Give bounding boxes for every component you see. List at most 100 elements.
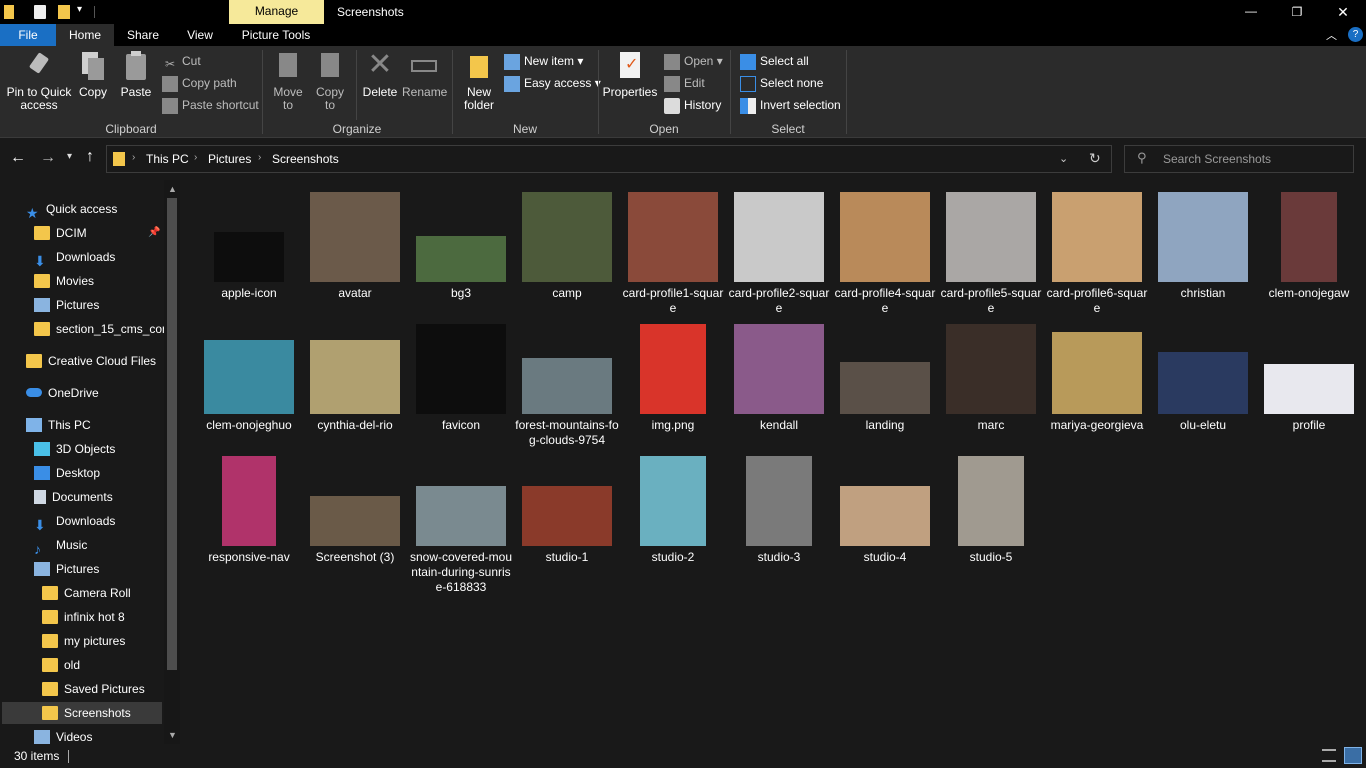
file-tile[interactable]: bg3 bbox=[408, 190, 514, 322]
select-all-button[interactable]: Select all bbox=[740, 51, 809, 71]
file-tile[interactable]: studio-1 bbox=[514, 454, 620, 586]
nav-3d-objects[interactable]: 3D Objects bbox=[34, 438, 115, 460]
file-tile[interactable]: studio-2 bbox=[620, 454, 726, 586]
file-tile[interactable]: cynthia-del-rio bbox=[302, 322, 408, 454]
nav-desktop[interactable]: Desktop bbox=[34, 462, 100, 484]
rename-button[interactable]: Rename bbox=[402, 50, 447, 99]
file-tile[interactable]: studio-5 bbox=[938, 454, 1044, 586]
copy-path-button[interactable]: Copy path bbox=[162, 73, 237, 93]
paste-shortcut-button[interactable]: Paste shortcut bbox=[162, 95, 259, 115]
nav-movies[interactable]: Movies bbox=[34, 270, 94, 292]
copy-to-button[interactable]: Copy to bbox=[310, 50, 350, 112]
search-box[interactable]: ⚲ Search Screenshots bbox=[1124, 145, 1354, 173]
large-icons-view-icon[interactable] bbox=[1344, 747, 1362, 764]
history-button[interactable]: History bbox=[664, 95, 721, 115]
file-tile[interactable]: card-profile2-square bbox=[726, 190, 832, 322]
file-tile[interactable]: card-profile5-square bbox=[938, 190, 1044, 322]
nav-onedrive[interactable]: OneDrive bbox=[26, 382, 99, 404]
breadcrumb-this-pc[interactable]: This PC bbox=[146, 152, 189, 166]
file-tile[interactable]: clem-onojegaw bbox=[1256, 190, 1362, 322]
help-icon[interactable]: ? bbox=[1348, 27, 1363, 42]
maximize-button[interactable]: ❐ bbox=[1274, 0, 1320, 24]
edit-button[interactable]: Edit bbox=[664, 73, 705, 93]
back-arrow-icon[interactable]: ← bbox=[10, 149, 26, 167]
scroll-thumb[interactable] bbox=[167, 198, 177, 670]
nav-downloads-pc[interactable]: ⬇ Downloads bbox=[34, 510, 115, 533]
nav-this-pc[interactable]: This PC bbox=[26, 414, 91, 436]
up-arrow-icon[interactable]: ↑ bbox=[86, 148, 94, 166]
minimize-button[interactable]: — bbox=[1228, 0, 1274, 24]
nav-pictures-qa[interactable]: Pictures bbox=[34, 294, 99, 316]
file-tile[interactable]: img.png bbox=[620, 322, 726, 454]
file-tile[interactable]: snow-covered-mountain-during-sunrise-618… bbox=[408, 454, 514, 594]
file-tile[interactable]: card-profile4-square bbox=[832, 190, 938, 322]
file-tile[interactable]: olu-eletu bbox=[1150, 322, 1256, 454]
file-tile[interactable]: christian bbox=[1150, 190, 1256, 322]
file-tile[interactable]: kendall bbox=[726, 322, 832, 454]
select-none-button[interactable]: Select none bbox=[740, 73, 823, 93]
file-tile[interactable]: profile bbox=[1256, 322, 1362, 454]
nav-downloads[interactable]: ⬇ Downloads bbox=[34, 246, 115, 269]
customize-quick-access-icon[interactable]: ▾ bbox=[77, 4, 82, 15]
details-view-icon[interactable] bbox=[1322, 749, 1336, 762]
nav-dcim[interactable]: DCIM bbox=[34, 222, 87, 244]
nav-camera-roll[interactable]: Camera Roll bbox=[42, 582, 131, 604]
file-tile[interactable]: studio-4 bbox=[832, 454, 938, 586]
pin-to-quick-access-button[interactable]: Pin to Quick access bbox=[4, 50, 74, 112]
nav-my-pictures[interactable]: my pictures bbox=[42, 630, 125, 652]
address-dropdown-icon[interactable]: ⌄ bbox=[1059, 152, 1068, 165]
breadcrumb-screenshots[interactable]: Screenshots bbox=[272, 152, 339, 166]
close-button[interactable]: ✕ bbox=[1320, 0, 1366, 24]
invert-selection-button[interactable]: Invert selection bbox=[740, 95, 841, 115]
breadcrumb-pictures[interactable]: Pictures bbox=[208, 152, 251, 166]
easy-access-button[interactable]: Easy access ▾ bbox=[504, 73, 601, 93]
nav-quick-access[interactable]: ★ Quick access bbox=[26, 198, 117, 221]
new-item-button[interactable]: New item ▾ bbox=[504, 51, 583, 71]
file-tile[interactable]: card-profile6-square bbox=[1044, 190, 1150, 322]
nav-creative-cloud[interactable]: Creative Cloud Files bbox=[26, 350, 156, 372]
scroll-up-icon[interactable]: ▲ bbox=[168, 184, 177, 194]
copy-button[interactable]: Copy bbox=[74, 50, 112, 99]
new-folder-quick-icon[interactable] bbox=[58, 5, 70, 19]
scroll-down-icon[interactable]: ▼ bbox=[168, 730, 177, 740]
file-tile[interactable]: landing bbox=[832, 322, 938, 454]
nav-documents[interactable]: Documents bbox=[34, 486, 113, 508]
manage-context-tab[interactable]: Manage bbox=[229, 0, 324, 24]
search-input[interactable]: Search Screenshots bbox=[1163, 152, 1271, 166]
new-folder-button[interactable]: New folder bbox=[458, 50, 500, 112]
tab-share[interactable]: Share bbox=[114, 24, 172, 46]
properties-quick-icon[interactable] bbox=[34, 5, 46, 19]
nav-section-folder[interactable]: section_15_cms_com bbox=[34, 318, 172, 340]
file-tile[interactable]: studio-3 bbox=[726, 454, 832, 586]
file-tile[interactable]: Screenshot (3) bbox=[302, 454, 408, 586]
tab-picture-tools[interactable]: Picture Tools bbox=[230, 24, 322, 46]
refresh-icon[interactable]: ↻ bbox=[1089, 150, 1101, 167]
tab-home[interactable]: Home bbox=[56, 24, 114, 46]
nav-pictures[interactable]: Pictures bbox=[34, 558, 99, 580]
paste-button[interactable]: Paste bbox=[116, 50, 156, 99]
file-tile[interactable]: marc bbox=[938, 322, 1044, 454]
nav-infinix-hot-8[interactable]: infinix hot 8 bbox=[42, 606, 125, 628]
file-tile[interactable]: avatar bbox=[302, 190, 408, 322]
open-button[interactable]: Open ▾ bbox=[664, 51, 723, 71]
nav-music[interactable]: ♪ Music bbox=[34, 534, 87, 557]
nav-videos[interactable]: Videos bbox=[34, 726, 92, 744]
file-tile[interactable]: apple-icon bbox=[196, 190, 302, 322]
file-tile[interactable]: mariya-georgieva bbox=[1044, 322, 1150, 454]
recent-locations-icon[interactable]: ▾ bbox=[67, 151, 72, 162]
file-tile[interactable]: clem-onojeghuo bbox=[196, 322, 302, 454]
file-tile[interactable]: forest-mountains-fog-clouds-9754 bbox=[514, 322, 620, 454]
delete-button[interactable]: ✕ Delete bbox=[360, 50, 400, 99]
properties-button[interactable]: ✓ Properties bbox=[602, 50, 658, 99]
move-to-button[interactable]: Move to bbox=[268, 50, 308, 112]
forward-arrow-icon[interactable]: → bbox=[40, 149, 56, 167]
nav-saved-pictures[interactable]: Saved Pictures bbox=[42, 678, 145, 700]
cut-button[interactable]: ✂ Cut bbox=[162, 51, 201, 71]
file-tile[interactable]: responsive-nav bbox=[196, 454, 302, 586]
minimize-ribbon-icon[interactable]: ︿ bbox=[1326, 27, 1337, 43]
nav-screenshots[interactable]: Screenshots bbox=[42, 702, 131, 724]
file-tile[interactable]: card-profile1-square bbox=[620, 190, 726, 322]
nav-old[interactable]: old bbox=[42, 654, 80, 676]
tab-file[interactable]: File bbox=[0, 24, 56, 46]
nav-scrollbar[interactable]: ▲ ▼ bbox=[164, 180, 180, 744]
